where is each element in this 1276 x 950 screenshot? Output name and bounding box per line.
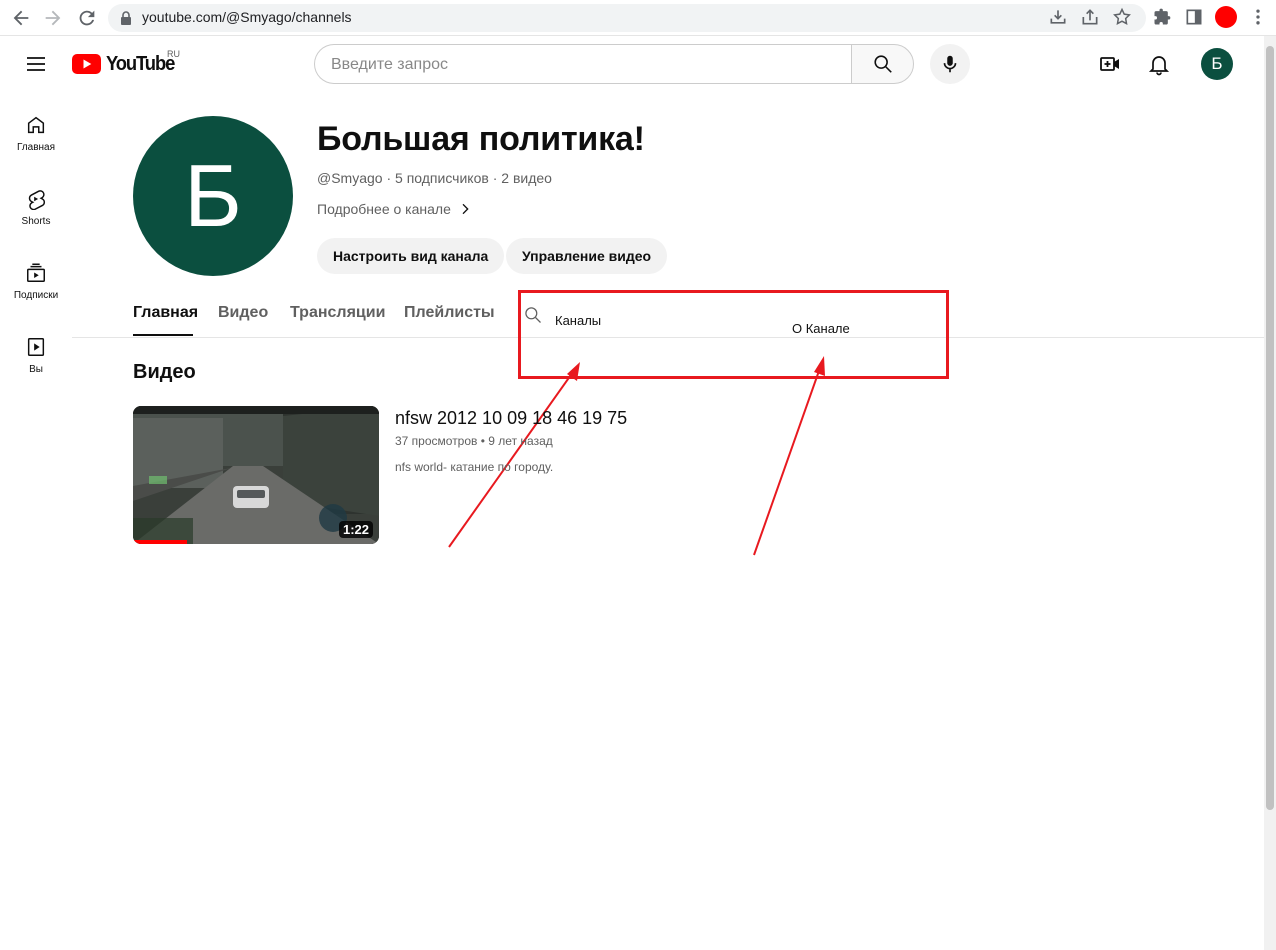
video-thumbnail[interactable]: 1:22 — [133, 406, 379, 544]
sidebar-item-label: Вы — [29, 364, 43, 375]
shorts-icon — [28, 190, 45, 210]
watched-progress-bar — [133, 540, 188, 544]
extensions-button[interactable] — [1152, 7, 1174, 29]
channel-title: Большая политика! — [317, 120, 645, 158]
customize-channel-button[interactable]: Настроить вид канала — [317, 238, 505, 274]
annotation-box — [518, 290, 949, 379]
side-panel-icon — [1186, 9, 1202, 25]
forward-button[interactable] — [42, 7, 64, 29]
chevron-right-icon — [462, 203, 469, 215]
manage-videos-button[interactable]: Управление видео — [506, 238, 668, 274]
create-button[interactable] — [1098, 52, 1122, 76]
sidebar-item-label: Подписки — [13, 290, 59, 301]
sidebar-item-subscriptions[interactable]: Подписки — [4, 262, 68, 326]
reload-icon — [79, 10, 95, 26]
video-description: nfs world- катание по городу. — [395, 460, 554, 474]
bookmark-button[interactable] — [1112, 7, 1134, 29]
search-input[interactable] — [331, 54, 831, 76]
library-icon — [27, 338, 45, 356]
scrollbar-thumb[interactable] — [1266, 46, 1274, 810]
bell-icon — [1148, 56, 1170, 76]
browser-toolbar: youtube.com/@Smyago/channels — [0, 0, 1276, 36]
tab-live[interactable]: Трансляции — [290, 304, 385, 322]
account-avatar[interactable]: Б — [1201, 48, 1233, 80]
sidebar-item-label: Shorts — [21, 216, 51, 227]
back-button[interactable] — [10, 7, 32, 29]
kebab-menu-icon — [1256, 9, 1260, 25]
meta-separator: · — [492, 170, 502, 186]
video-count: 2 видео — [501, 170, 552, 186]
arrow-left-icon — [13, 10, 29, 26]
channel-handle: @Smyago — [317, 170, 383, 186]
sidebar-item-shorts[interactable]: Shorts — [4, 188, 68, 252]
side-panel-button[interactable] — [1184, 7, 1206, 29]
guide-menu-button[interactable] — [24, 52, 48, 76]
annotation-arrow-about — [753, 356, 825, 556]
voice-search-button[interactable] — [930, 44, 970, 84]
youtube-logo[interactable]: YouTube — [72, 52, 177, 76]
meta-separator: · — [386, 170, 396, 186]
share-button[interactable] — [1080, 7, 1102, 29]
tab-home[interactable]: Главная — [133, 304, 198, 322]
annotation-label-channels: Каналы — [555, 313, 602, 328]
video-meta: 37 просмотров • 9 лет назад — [395, 434, 553, 448]
annotation-arrow-channels — [448, 362, 580, 548]
sidebar-item-home[interactable]: Главная — [4, 114, 68, 178]
video-views: 37 просмотров — [395, 434, 478, 448]
annotation-label-about: О Канале — [792, 321, 850, 336]
browser-menu-button[interactable] — [1248, 7, 1270, 29]
lock-icon — [121, 11, 131, 25]
logo-text: YouTube — [105, 52, 175, 75]
subscriber-count: 5 подписчиков — [395, 170, 489, 186]
url-text: youtube.com/@Smyago/channels — [142, 9, 352, 25]
video-duration: 1:22 — [338, 521, 373, 538]
sidebar-item-label: Главная — [16, 142, 56, 153]
subscriptions-icon — [27, 263, 45, 282]
youtube-play-icon — [72, 54, 101, 74]
home-icon — [27, 116, 45, 134]
puzzle-icon — [1154, 8, 1171, 25]
sidebar-item-you[interactable]: Вы — [4, 336, 68, 400]
search-box — [314, 44, 851, 84]
notifications-button[interactable] — [1147, 52, 1171, 76]
search-icon — [873, 55, 892, 73]
profile-button[interactable] — [1215, 6, 1237, 28]
video-title[interactable]: nfsw 2012 10 09 18 46 19 75 — [395, 408, 627, 429]
search-button[interactable] — [851, 44, 914, 84]
video-age: 9 лет назад — [488, 434, 553, 448]
channel-avatar[interactable]: Б — [133, 116, 293, 276]
hamburger-icon — [27, 57, 45, 71]
star-icon — [1113, 7, 1131, 25]
section-title: Видео — [133, 361, 196, 383]
microphone-icon — [943, 55, 957, 73]
download-icon — [1050, 10, 1066, 24]
logo-region: RU — [167, 49, 180, 59]
about-channel-link[interactable]: Подробнее о канале — [317, 201, 473, 217]
create-video-icon — [1100, 57, 1119, 71]
install-button[interactable] — [1048, 7, 1070, 29]
active-tab-indicator — [133, 334, 193, 336]
page-scrollbar[interactable] — [1264, 36, 1276, 950]
about-link-label: Подробнее о канале — [317, 201, 451, 217]
tab-videos[interactable]: Видео — [218, 304, 268, 322]
arrow-right-icon — [45, 10, 61, 26]
tab-playlists[interactable]: Плейлисты — [404, 304, 495, 322]
channel-meta: @Smyago · 5 подписчиков · 2 видео — [317, 170, 552, 186]
share-icon — [1082, 9, 1098, 25]
reload-button[interactable] — [76, 7, 98, 29]
